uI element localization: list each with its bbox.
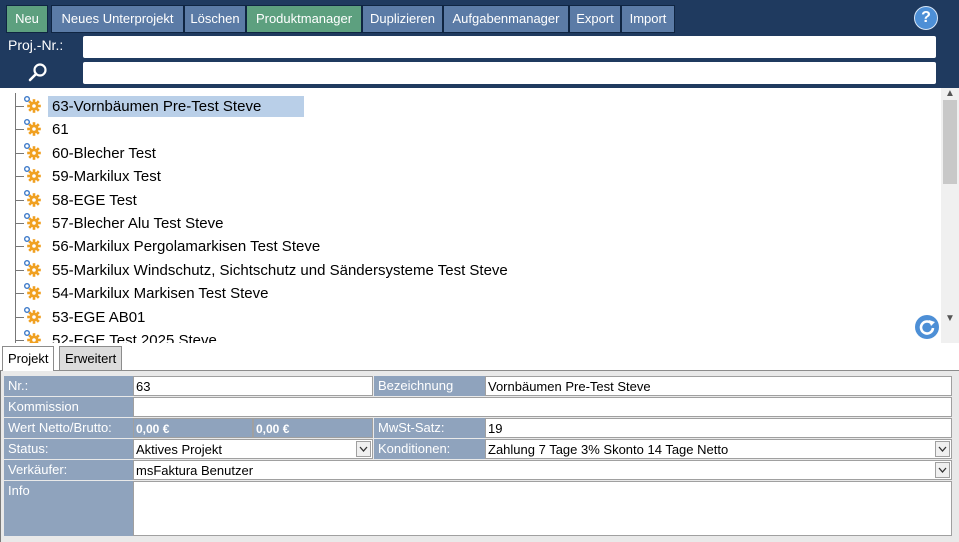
refresh-icon[interactable] xyxy=(914,314,940,340)
tree-item[interactable]: 59-Markilux Test xyxy=(12,165,932,188)
nr-label: Nr.: xyxy=(4,376,133,396)
verkaeufer-select[interactable]: msFaktura Benutzer xyxy=(133,460,952,480)
netto-field[interactable]: 0,00 € xyxy=(133,418,253,438)
konditionen-select[interactable]: Zahlung 7 Tage 3% Skonto 14 Tage Netto xyxy=(485,439,952,459)
scroll-thumb[interactable] xyxy=(943,100,957,184)
gear-icon xyxy=(22,235,42,255)
kommission-field[interactable] xyxy=(133,397,952,417)
tree-item[interactable]: 58-EGE Test xyxy=(12,189,932,212)
status-label: Status: xyxy=(4,439,133,459)
tree-item[interactable]: 63-Vornbäumen Pre-Test Steve xyxy=(12,95,932,118)
tree-item-label: 56-Markilux Pergolamarkisen Test Steve xyxy=(52,238,321,256)
tree-item[interactable]: 52-EGE Test 2025 Steve xyxy=(12,329,932,343)
tree-item-label: 52-EGE Test 2025 Steve xyxy=(52,332,217,343)
bezeichnung-field[interactable]: Vornbäumen Pre-Test Steve xyxy=(485,376,952,396)
tree-item-label: 63-Vornbäumen Pre-Test Steve xyxy=(48,96,304,117)
proj-nr-input[interactable] xyxy=(83,36,936,58)
proj-nr-label: Proj.-Nr.: xyxy=(8,37,64,53)
tree-item-label: 55-Markilux Windschutz, Sichtschutz und … xyxy=(52,261,508,279)
gear-icon xyxy=(22,118,42,138)
verkaeufer-label: Verkäufer: xyxy=(4,460,133,480)
konditionen-value: Zahlung 7 Tage 3% Skonto 14 Tage Netto xyxy=(488,442,729,457)
tree-item-label: 53-EGE AB01 xyxy=(52,308,146,326)
scroll-up-icon[interactable]: ▲ xyxy=(945,89,955,99)
tree-item-label: 54-Markilux Markisen Test Steve xyxy=(52,285,269,303)
gear-icon xyxy=(22,189,42,209)
tree-item[interactable]: 55-Markilux Windschutz, Sichtschutz und … xyxy=(12,259,932,282)
bezeichnung-label: Bezeichnung xyxy=(374,376,485,396)
tree-item-label: 57-Blecher Alu Test Steve xyxy=(52,215,224,232)
tree-item[interactable]: 60-Blecher Test xyxy=(12,142,932,165)
brutto-field[interactable]: 0,00 € xyxy=(253,418,373,438)
kommission-label: Kommission xyxy=(4,397,133,417)
chevron-down-icon[interactable] xyxy=(935,441,950,457)
duplicate-button[interactable]: Duplizieren xyxy=(362,5,443,33)
wert-label: Wert Netto/Brutto: xyxy=(4,418,133,438)
search-icon[interactable] xyxy=(27,62,49,84)
mwst-label: MwSt-Satz: xyxy=(374,418,485,438)
tree-item-label: 60-Blecher Test xyxy=(52,144,156,162)
project-tree: 63-Vornbäumen Pre-Test Steve 61 60-Blecher… xyxy=(0,88,941,343)
tree-item-label: 59-Markilux Test xyxy=(52,168,161,186)
gear-icon xyxy=(22,329,42,343)
scroll-down-icon[interactable]: ▼ xyxy=(945,314,955,324)
info-label: Info xyxy=(4,481,133,536)
konditionen-label: Konditionen: xyxy=(374,439,485,459)
tree-item[interactable]: 53-EGE AB01 xyxy=(12,306,932,329)
tree-item[interactable]: 61 xyxy=(12,118,932,141)
help-icon[interactable]: ? xyxy=(914,6,938,30)
status-select[interactable]: Aktives Projekt xyxy=(133,439,373,459)
import-button[interactable]: Import xyxy=(621,5,675,33)
tab-extended[interactable]: Erweitert xyxy=(59,346,123,370)
gear-icon xyxy=(22,165,42,185)
gear-icon xyxy=(22,142,42,162)
delete-button[interactable]: Löschen xyxy=(184,5,246,33)
gear-icon xyxy=(22,212,42,232)
chevron-down-icon[interactable] xyxy=(935,462,950,478)
tree-item[interactable]: 54-Markilux Markisen Test Steve xyxy=(12,282,932,305)
status-value: Aktives Projekt xyxy=(136,442,222,457)
mwst-field[interactable]: 19 xyxy=(485,418,952,438)
gear-icon xyxy=(22,306,42,326)
chevron-down-icon[interactable] xyxy=(356,441,371,457)
nr-field[interactable]: 63 xyxy=(133,376,373,396)
export-button[interactable]: Export xyxy=(569,5,621,33)
tab-project[interactable]: Projekt xyxy=(2,346,55,371)
detail-tabs: Projekt Erweitert xyxy=(0,344,959,371)
top-toolbar: Neu Neues Unterprojekt Löschen Produktma… xyxy=(0,0,959,88)
tree-item[interactable]: 57-Blecher Alu Test Steve xyxy=(12,212,932,235)
tree-item[interactable]: 56-Markilux Pergolamarkisen Test Steve xyxy=(12,235,932,258)
project-form: Nr.: 63 Bezeichnung Vornbäumen Pre-Test … xyxy=(0,371,959,542)
tree-item-label: 58-EGE Test xyxy=(52,191,137,209)
info-field[interactable] xyxy=(133,481,952,536)
tree-item-label: 61 xyxy=(52,121,69,139)
search-input[interactable] xyxy=(83,62,936,84)
new-button[interactable]: Neu xyxy=(6,5,48,33)
gear-icon xyxy=(22,259,42,279)
tree-scrollbar[interactable]: ▲ ▼ xyxy=(941,88,959,343)
verkaeufer-value: msFaktura Benutzer xyxy=(136,463,254,478)
product-manager-button[interactable]: Produktmanager xyxy=(246,5,362,33)
new-subproject-button[interactable]: Neues Unterprojekt xyxy=(51,5,184,33)
gear-icon xyxy=(22,282,42,302)
task-manager-button[interactable]: Aufgabenmanager xyxy=(443,5,569,33)
gear-icon xyxy=(22,95,42,115)
